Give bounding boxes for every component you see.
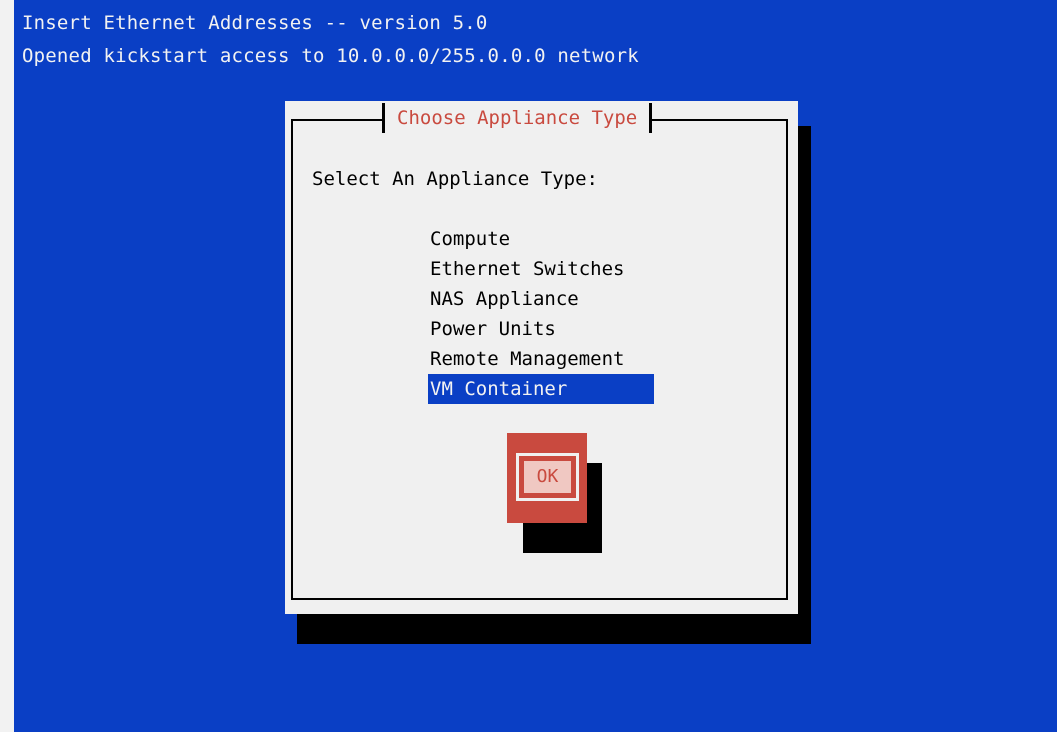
list-item-compute[interactable]: Compute xyxy=(428,224,654,254)
ok-button[interactable]: OK xyxy=(507,433,587,523)
list-item-nas-appliance[interactable]: NAS Appliance xyxy=(428,284,654,314)
ok-button-label: OK xyxy=(524,461,571,493)
appliance-type-dialog: Choose Appliance Type Select An Applianc… xyxy=(285,101,798,614)
list-item-power-units[interactable]: Power Units xyxy=(428,314,654,344)
appliance-type-list[interactable]: Compute Ethernet Switches NAS Appliance … xyxy=(428,224,654,404)
dialog-prompt: Select An Appliance Type: xyxy=(312,168,598,190)
dialog-title: Choose Appliance Type xyxy=(382,103,653,133)
list-item-remote-management[interactable]: Remote Management xyxy=(428,344,654,374)
list-item-ethernet-switches[interactable]: Ethernet Switches xyxy=(428,254,654,284)
ok-button-focus-frame: OK xyxy=(516,453,579,501)
header-status-line: Opened kickstart access to 10.0.0.0/255.… xyxy=(22,45,639,67)
header-title-line: Insert Ethernet Addresses -- version 5.0 xyxy=(22,12,488,34)
console-screen: Insert Ethernet Addresses -- version 5.0… xyxy=(14,0,1057,732)
list-item-vm-container[interactable]: VM Container xyxy=(428,374,654,404)
